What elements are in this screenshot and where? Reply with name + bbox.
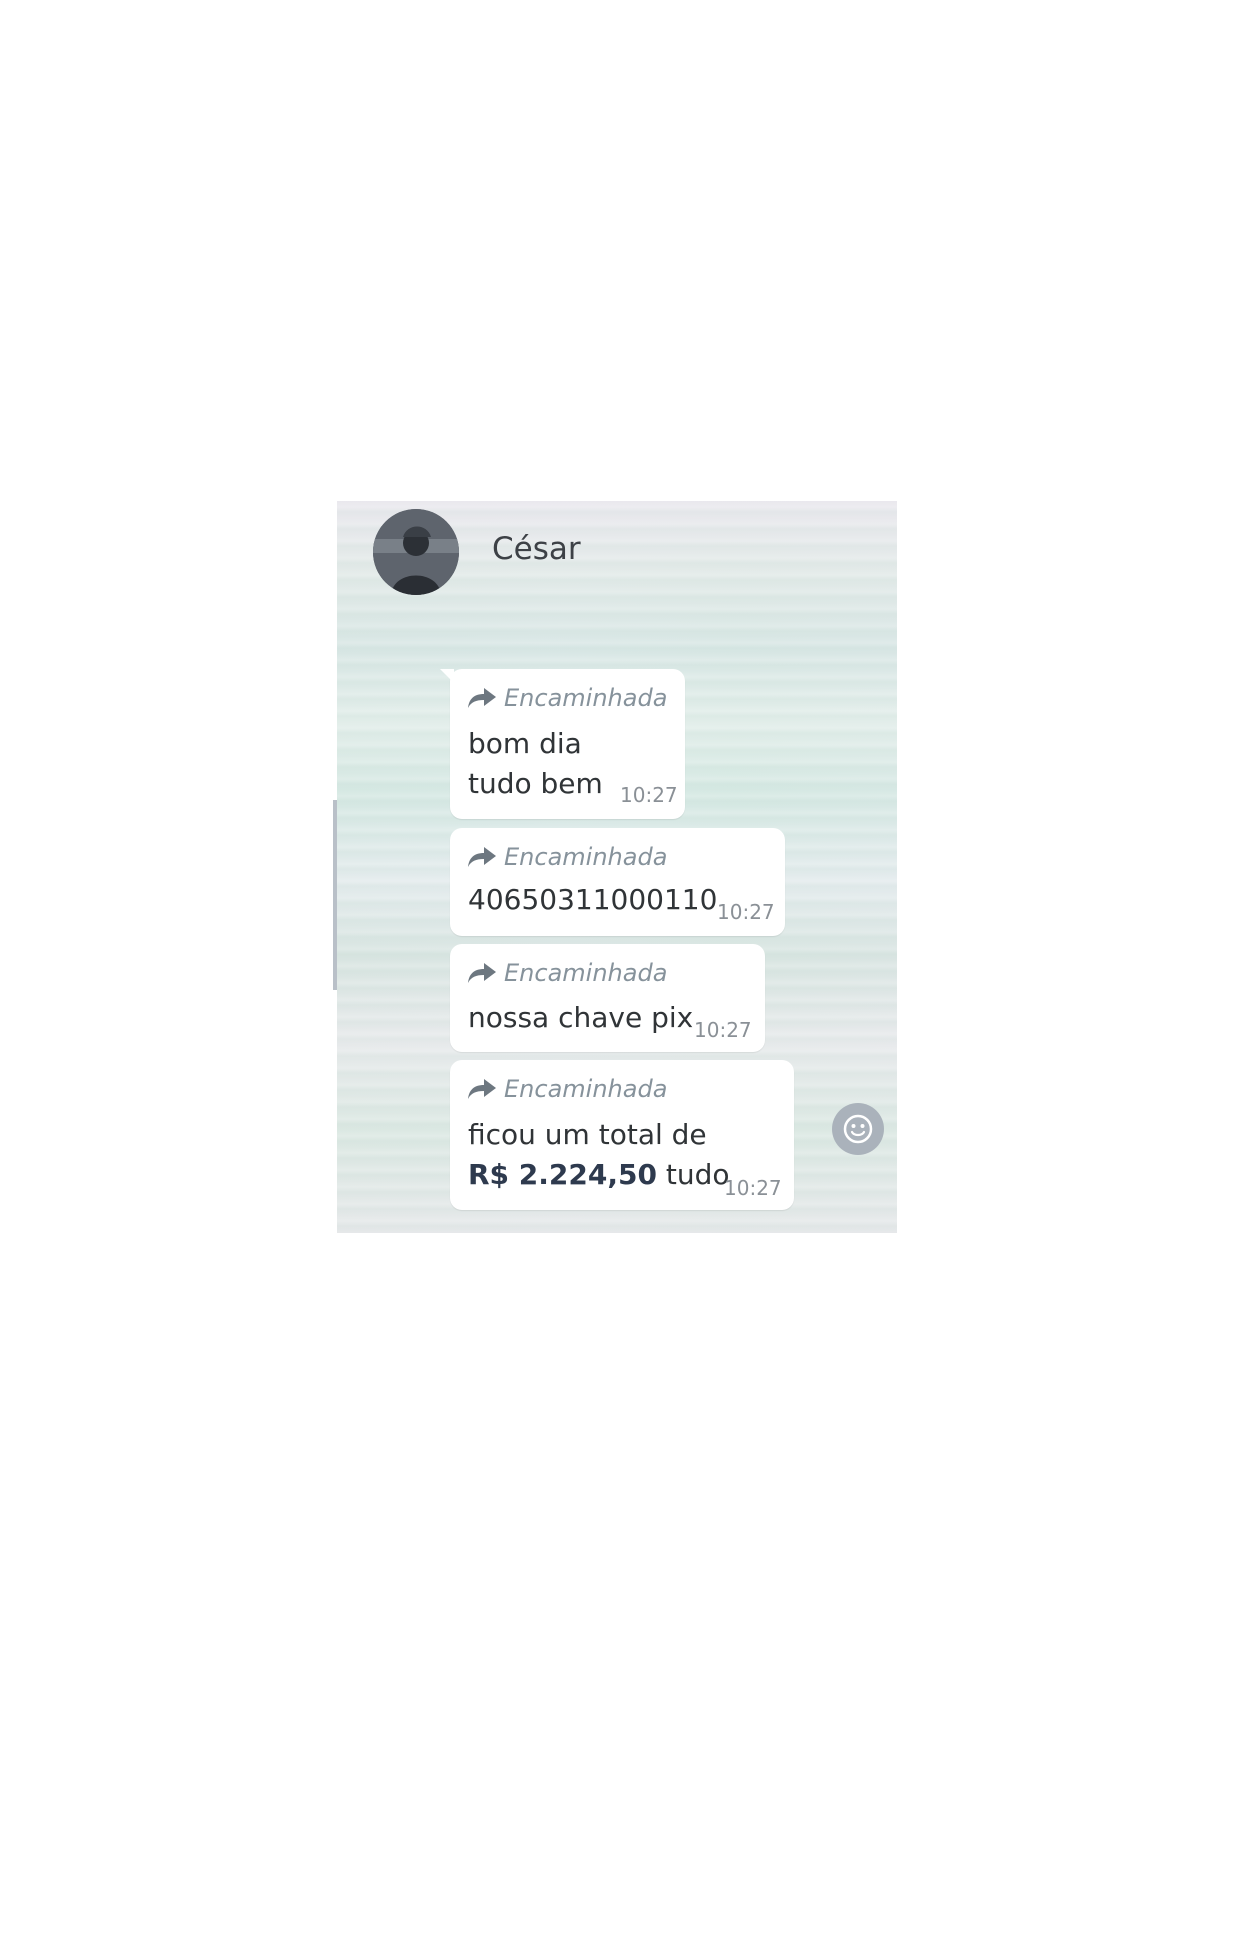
forward-arrow-icon	[468, 688, 496, 708]
forward-arrow-icon	[468, 847, 496, 867]
forwarded-indicator: Encaminhada	[468, 958, 667, 988]
forward-arrow-icon	[468, 1079, 496, 1099]
chat-header[interactable]: César	[337, 501, 897, 597]
message-bubble[interactable]: Encaminhada 40650311000110 10:27	[450, 828, 785, 936]
contact-avatar[interactable]	[373, 509, 459, 595]
chat-window: César Encaminhada bom dia tudo bem 10:27…	[337, 501, 897, 1233]
message-text: tudo bem	[468, 767, 603, 800]
message-text: bom dia	[468, 727, 582, 760]
message-time: 10:27	[724, 1176, 782, 1200]
message-text-line: R$ 2.224,50 tudo	[468, 1158, 730, 1191]
message-bubble[interactable]: Encaminhada bom dia tudo bem 10:27	[440, 669, 685, 819]
message-bubble[interactable]: Encaminhada nossa chave pix 10:27	[450, 944, 765, 1052]
amount-text: R$ 2.224,50	[468, 1158, 657, 1191]
reaction-button[interactable]	[832, 1103, 884, 1155]
forwarded-indicator: Encaminhada	[468, 842, 667, 872]
forwarded-label: Encaminhada	[504, 684, 668, 712]
message-time: 10:27	[694, 1018, 752, 1042]
avatar-photo-icon	[373, 509, 459, 595]
forward-arrow-icon	[468, 963, 496, 983]
message-time: 10:27	[620, 783, 678, 807]
forwarded-indicator: Encaminhada	[468, 1074, 667, 1104]
contact-name[interactable]: César	[492, 531, 581, 567]
smiley-icon	[843, 1114, 873, 1144]
forwarded-label: Encaminhada	[504, 843, 668, 871]
message-text-suffix: tudo	[656, 1158, 730, 1191]
forwarded-label: Encaminhada	[504, 959, 668, 987]
forwarded-indicator: Encaminhada	[468, 683, 667, 713]
message-text: 40650311000110	[468, 883, 718, 916]
message-bubble[interactable]: Encaminhada ficou um total de R$ 2.224,5…	[450, 1060, 794, 1210]
message-text: nossa chave pix	[468, 1001, 694, 1034]
message-time: 10:27	[717, 900, 775, 924]
message-text: ficou um total de	[468, 1118, 707, 1151]
forwarded-label: Encaminhada	[504, 1075, 668, 1103]
